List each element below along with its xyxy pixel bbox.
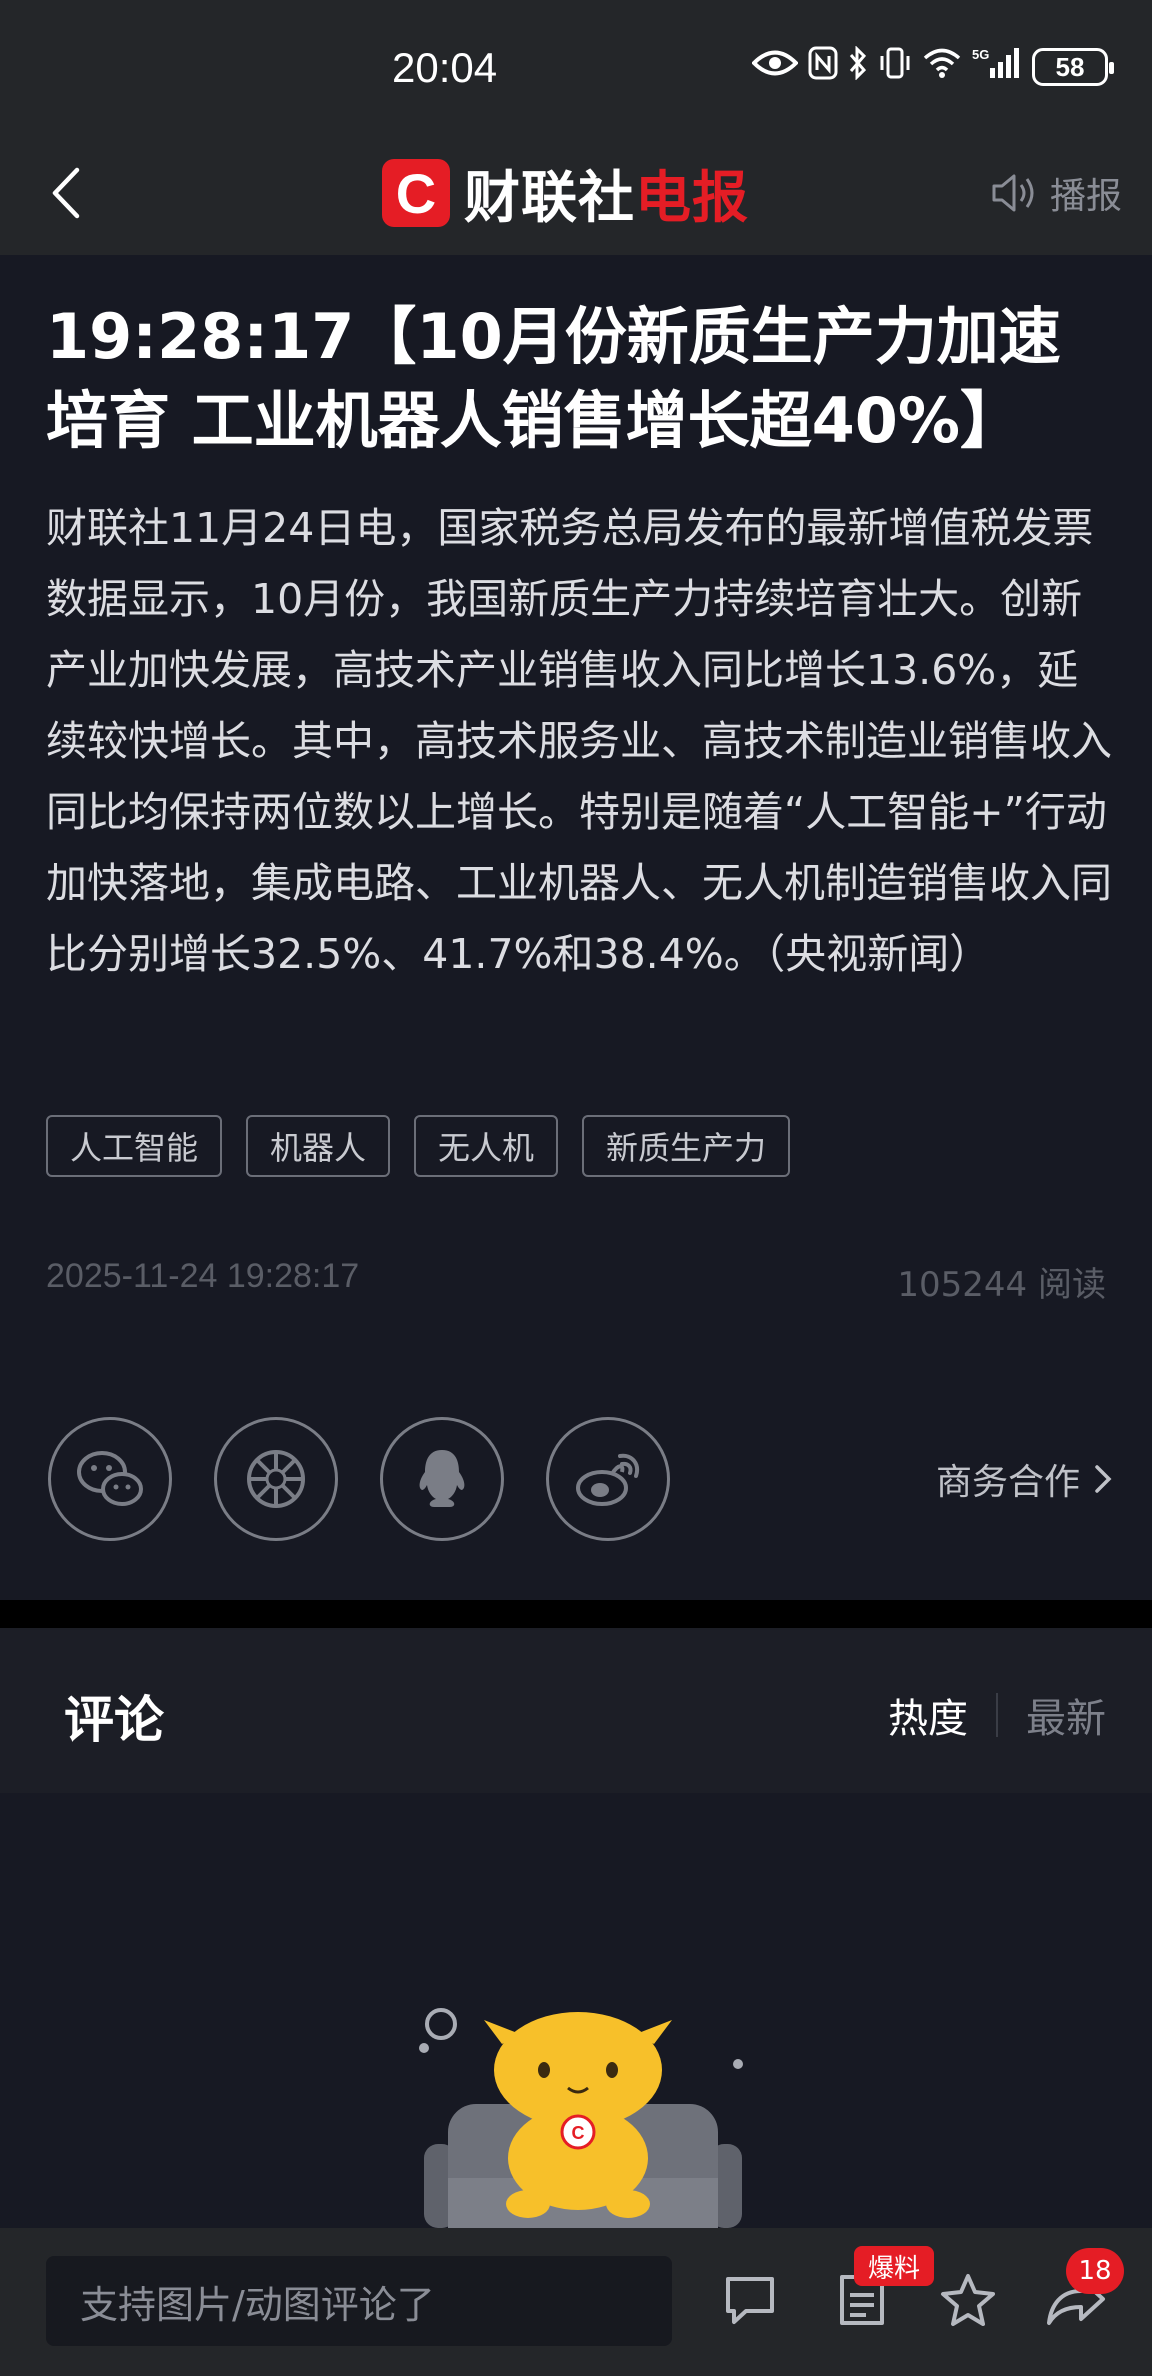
publish-time: 2025-11-24 19:28:17 xyxy=(46,1257,360,1295)
comments-header: 评论 热度 最新 xyxy=(0,1628,1152,1793)
logo-mark: C xyxy=(382,159,450,227)
chevron-left-icon xyxy=(52,167,80,219)
top-nav-bar: C 财联社电报 播报 xyxy=(0,130,1152,255)
status-icons: 5G 58 xyxy=(751,44,1114,90)
broadcast-button[interactable]: 播报 xyxy=(990,164,1122,222)
wifi-icon xyxy=(922,47,962,87)
sort-hot-tab[interactable]: 热度 xyxy=(888,1686,968,1744)
signal-icon: 5G xyxy=(972,46,1022,88)
sort-new-tab[interactable]: 最新 xyxy=(1026,1686,1106,1744)
tag-item[interactable]: 无人机 xyxy=(414,1115,559,1177)
share-weibo-button[interactable] xyxy=(546,1417,670,1541)
qq-icon xyxy=(419,1450,465,1507)
comment-sort: 热度 最新 xyxy=(888,1686,1106,1744)
svg-text:C: C xyxy=(572,2123,585,2143)
report-badge: 爆料 xyxy=(854,2246,934,2286)
empty-comments-mascot: C xyxy=(419,2008,743,2228)
comment-icon xyxy=(726,2277,774,2324)
article-title: 19:28:17【10月份新质生产力加速培育 工业机器人销售增长超40%】 xyxy=(46,300,1061,457)
moments-icon xyxy=(247,1450,305,1508)
bluetooth-icon xyxy=(848,45,868,88)
vibrate-icon xyxy=(878,46,912,88)
wechat-icon xyxy=(77,1451,143,1506)
star-icon xyxy=(941,2274,995,2326)
nfc-icon xyxy=(808,46,838,88)
logo-text: 财联社电报 xyxy=(464,165,749,231)
business-label: 商务合作 xyxy=(935,1462,1080,1503)
share-buttons xyxy=(48,1417,670,1541)
comment-input[interactable]: 支持图片/动图评论了 xyxy=(46,2256,672,2346)
tag-list: 人工智能 机器人 无人机 新质生产力 xyxy=(46,1115,791,1177)
share-moments-button[interactable] xyxy=(214,1417,338,1541)
comments-title: 评论 xyxy=(64,1691,164,1749)
comment-button[interactable] xyxy=(718,2268,782,2332)
share-wechat-button[interactable] xyxy=(48,1417,172,1541)
section-divider xyxy=(0,1600,1152,1628)
weibo-icon xyxy=(576,1453,639,1506)
article: 19:28:17【10月份新质生产力加速培育 工业机器人销售增长超40%】 财联… xyxy=(0,255,1152,1600)
svg-text:5G: 5G xyxy=(972,47,989,62)
battery-indicator: 58 xyxy=(1032,48,1114,86)
back-button[interactable] xyxy=(36,158,96,228)
tag-item[interactable]: 人工智能 xyxy=(46,1115,223,1177)
speaker-icon xyxy=(992,174,1034,212)
broadcast-label: 播报 xyxy=(1049,176,1122,217)
app-logo: C 财联社电报 xyxy=(382,154,749,232)
tag-item[interactable]: 新质生产力 xyxy=(582,1115,791,1177)
tag-item[interactable]: 机器人 xyxy=(246,1115,391,1177)
status-time: 20:04 xyxy=(392,44,498,91)
bottom-action-bar: 支持图片/动图评论了 爆料 18 xyxy=(0,2228,1152,2376)
share-qq-button[interactable] xyxy=(380,1417,504,1541)
sort-divider xyxy=(996,1693,998,1737)
comments-section: 评论 热度 最新 C xyxy=(0,1628,1152,2228)
status-bar: 20:04 5G 58 xyxy=(0,0,1152,130)
article-body: 财联社11月24日电，国家税务总局发布的最新增值税发票数据显示，10月份，我国新… xyxy=(46,504,1112,978)
read-count: 105244 阅读 xyxy=(897,1265,1106,1305)
favorite-button[interactable] xyxy=(936,2268,1000,2332)
eye-icon xyxy=(751,48,799,86)
chevron-right-icon xyxy=(1095,1465,1112,1493)
business-cooperation-link[interactable]: 商务合作 xyxy=(936,1453,1112,1505)
share-count-badge: 18 xyxy=(1066,2248,1124,2294)
